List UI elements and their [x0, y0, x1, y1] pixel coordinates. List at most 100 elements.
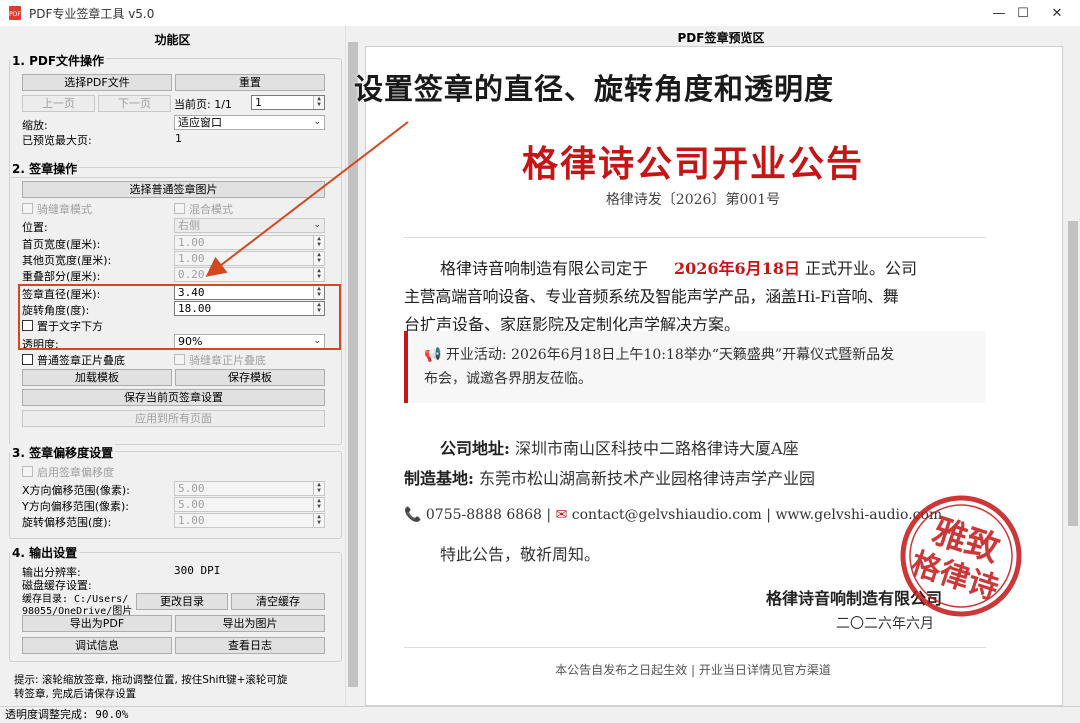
- spin-arrows-icon[interactable]: ▲ ▼: [313, 482, 324, 495]
- address-line: 公司地址: 深圳市南山区科技中二路格律诗大厦A座: [440, 439, 799, 458]
- diameter-stepper[interactable]: 3.40 ▲ ▼: [174, 285, 325, 300]
- sign-ops-title: 2. 签章操作: [10, 160, 80, 177]
- seam-overlay-label: 骑缝章正片叠底: [189, 354, 266, 367]
- divider: [404, 647, 986, 648]
- select-pdf-button[interactable]: 选择PDF文件: [22, 74, 172, 91]
- svg-text:PDF: PDF: [9, 11, 21, 18]
- rot-offset-stepper[interactable]: 1.00 ▲ ▼: [174, 513, 325, 528]
- function-panel: 功能区 1. PDF文件操作 选择PDF文件 重置 上一页 下一页 当前页: 1…: [0, 26, 362, 706]
- position-select[interactable]: 右侧 ⌄: [174, 218, 325, 233]
- opacity-label: 透明度:: [22, 338, 59, 351]
- export-pdf-button[interactable]: 导出为PDF: [22, 615, 172, 632]
- page-number-stepper[interactable]: 1 ▲ ▼: [251, 95, 325, 110]
- apply-all-pages-button[interactable]: 应用到所有页面: [22, 410, 325, 427]
- select-seal-image-button[interactable]: 选择普通签章图片: [22, 181, 325, 198]
- mail-icon: ✉: [555, 507, 568, 523]
- rotation-stepper[interactable]: 18.00 ▲ ▼: [174, 301, 325, 316]
- para-line-2: 主营高端音响设备、专业音频系统及智能声学产品，涵盖Hi-Fi音响、舞: [404, 287, 899, 306]
- app-pdf-icon: PDF: [9, 6, 21, 20]
- window-title: PDF专业签章工具 v5.0: [29, 6, 155, 21]
- enable-offset-checkbox[interactable]: [22, 466, 33, 477]
- opacity-select[interactable]: 90% ⌄: [174, 334, 325, 349]
- next-page-button[interactable]: 下一页: [98, 95, 171, 112]
- doc-title: 格律诗公司开业公告: [521, 143, 864, 185]
- closing-text: 特此公告，敬祈周知。: [440, 545, 601, 564]
- spin-arrows-icon[interactable]: ▲ ▼: [313, 514, 324, 527]
- close-icon: ✕: [1051, 5, 1063, 21]
- hint-line2: 转签章, 完成后请保存设置: [14, 688, 137, 700]
- zoom-label: 缩放:: [22, 119, 48, 132]
- offset-title: 3. 签章偏移度设置: [10, 444, 116, 461]
- activity-callout: 📢 开业活动: 2026年6月18日上午10:18举办“天籁盛典”开幕仪式暨新品…: [404, 331, 986, 403]
- chevron-down-icon: ⌄: [313, 117, 321, 127]
- chevron-down-icon: ⌄: [313, 220, 321, 230]
- overlap-label: 重叠部分(厘米):: [22, 270, 101, 283]
- resolution-value: 300 DPI: [174, 564, 221, 577]
- panel-title: 功能区: [154, 33, 191, 47]
- x-offset-stepper[interactable]: 5.00 ▲ ▼: [174, 481, 325, 496]
- factory-line: 制造基地: 东莞市松山湖高新技术产业园格律诗声学产业园: [404, 469, 816, 488]
- status-bar: 透明度调整完成: 90.0%: [0, 706, 1080, 723]
- spin-arrows-icon[interactable]: ▲ ▼: [313, 252, 324, 265]
- phone-icon: 📞: [404, 507, 422, 523]
- maximize-icon: ☐: [1017, 5, 1029, 21]
- save-template-button[interactable]: 保存模板: [175, 369, 325, 386]
- scrollbar-thumb[interactable]: [1068, 221, 1078, 526]
- scrollbar-thumb[interactable]: [348, 42, 358, 687]
- contact-line: 📞 0755-8888 6868 | ✉ contact@gelvshiaudi…: [404, 507, 943, 523]
- doc-number: 格律诗发〔2026〕第001号: [605, 192, 781, 208]
- normal-overlay-label: 普通签章正片叠底: [37, 354, 125, 367]
- reset-button[interactable]: 重置: [175, 74, 325, 91]
- view-log-button[interactable]: 查看日志: [175, 637, 325, 654]
- title-bar: PDF PDF专业签章工具 v5.0: [0, 0, 1080, 26]
- hint-line1: 提示: 滚轮缩放签章, 拖动调整位置, 按住Shift键+滚轮可旋: [14, 674, 288, 686]
- y-offset-stepper[interactable]: 5.00 ▲ ▼: [174, 497, 325, 512]
- below-text-label: 置于文字下方: [37, 320, 103, 333]
- output-title: 4. 输出设置: [10, 544, 80, 561]
- load-template-button[interactable]: 加载模板: [22, 369, 172, 386]
- doc-footer: 本公告自发布之日起生效 | 开业当日详情见官方渠道: [555, 663, 831, 677]
- max-preview-label: 已预览最大页:: [22, 134, 92, 147]
- rotation-label: 旋转角度(度):: [22, 304, 90, 317]
- spin-arrows-icon[interactable]: ▲ ▼: [313, 302, 324, 315]
- spin-arrows-icon[interactable]: ▲ ▼: [313, 236, 324, 249]
- activity-line1: 📢 开业活动: 2026年6月18日上午10:18举办“天籁盛典”开幕仪式暨新品…: [424, 347, 895, 363]
- debug-info-button[interactable]: 调试信息: [22, 637, 172, 654]
- below-text-checkbox[interactable]: [22, 320, 33, 331]
- left-scrollbar[interactable]: [345, 26, 359, 706]
- megaphone-icon: 📢: [424, 347, 442, 363]
- save-current-page-button[interactable]: 保存当前页签章设置: [22, 389, 325, 406]
- seam-mode-label: 骑缝章模式: [37, 203, 92, 216]
- chevron-down-icon: ⌄: [313, 336, 321, 346]
- current-page-label: 当前页: 1/1: [174, 98, 232, 111]
- para-line-1: 格律诗音响制造有限公司定于 2026年6月18日 正式开业。公司: [440, 259, 918, 278]
- seam-overlay-checkbox[interactable]: [174, 354, 185, 365]
- normal-overlay-checkbox[interactable]: [22, 354, 33, 365]
- export-image-button[interactable]: 导出为图片: [175, 615, 325, 632]
- spin-arrows-icon[interactable]: ▲ ▼: [313, 498, 324, 511]
- other-width-stepper[interactable]: 1.00 ▲ ▼: [174, 251, 325, 266]
- prev-page-button[interactable]: 上一页: [22, 95, 95, 112]
- y-offset-label: Y方向偏移范围(像素):: [22, 500, 130, 513]
- annotation-caption: 设置签章的直径、旋转角度和透明度: [354, 72, 835, 106]
- enable-offset-label: 启用签章偏移度: [37, 466, 114, 479]
- clear-cache-button[interactable]: 清空缓存: [231, 593, 325, 610]
- spin-arrows-icon[interactable]: ▲ ▼: [313, 268, 324, 281]
- change-dir-button[interactable]: 更改目录: [136, 593, 228, 610]
- first-width-label: 首页宽度(厘米):: [22, 238, 101, 251]
- close-button[interactable]: ✕: [1034, 0, 1080, 26]
- overlap-stepper[interactable]: 0.20 ▲ ▼: [174, 267, 325, 282]
- rot-offset-label: 旋转偏移范围(度):: [22, 516, 112, 529]
- other-width-label: 其他页宽度(厘米):: [22, 254, 112, 267]
- position-label: 位置:: [22, 221, 48, 234]
- spin-arrows-icon[interactable]: ▲ ▼: [313, 96, 324, 109]
- preview-scrollbar[interactable]: [1066, 46, 1080, 706]
- company-seal-stamp[interactable]: 雅致 格律诗: [898, 493, 1024, 619]
- mixed-mode-checkbox[interactable]: [174, 203, 185, 214]
- spin-arrows-icon[interactable]: ▲ ▼: [313, 286, 324, 299]
- zoom-select[interactable]: 适应窗口 ⌄: [174, 115, 325, 130]
- first-width-stepper[interactable]: 1.00 ▲ ▼: [174, 235, 325, 250]
- pdf-ops-title: 1. PDF文件操作: [10, 52, 107, 69]
- activity-line2: 布会，诚邀各界朋友莅临。: [424, 371, 592, 387]
- seam-mode-checkbox[interactable]: [22, 203, 33, 214]
